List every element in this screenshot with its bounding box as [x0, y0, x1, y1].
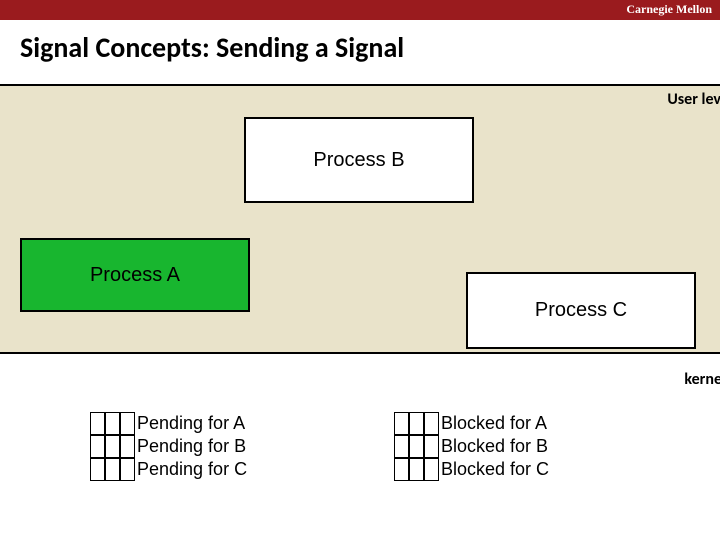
slide-title: Signal Concepts: Sending a Signal [20, 30, 404, 65]
bit-cell [105, 458, 120, 481]
process-c-label: Process C [535, 299, 627, 322]
bit-cell [90, 412, 105, 435]
bit-cell [120, 435, 135, 458]
bit-cell [90, 458, 105, 481]
bit-cell [424, 412, 439, 435]
blocked-labels: Blocked for A Blocked for B Blocked for … [439, 412, 549, 481]
header-bar: Carnegie Mellon [0, 0, 720, 20]
pending-bit-grid [90, 412, 135, 481]
bit-cell [409, 412, 424, 435]
pending-row-label: Pending for B [135, 435, 247, 458]
process-b-label: Process B [313, 149, 404, 172]
bit-cell [90, 435, 105, 458]
bit-cell [120, 412, 135, 435]
slide: Carnegie Mellon Signal Concepts: Sending… [0, 0, 720, 540]
blocked-group: Blocked for A Blocked for B Blocked for … [394, 412, 549, 481]
bit-cell [409, 435, 424, 458]
bit-cell [394, 435, 409, 458]
pending-labels: Pending for A Pending for B Pending for … [135, 412, 247, 481]
bit-cell [120, 458, 135, 481]
pending-row-label: Pending for A [135, 412, 247, 435]
process-a-box: Process A [20, 238, 250, 312]
kernel-label: kerne [684, 370, 720, 389]
bit-cell [105, 412, 120, 435]
bit-cell [105, 435, 120, 458]
bit-cell [409, 458, 424, 481]
process-b-box: Process B [244, 117, 474, 203]
pending-group: Pending for A Pending for B Pending for … [90, 412, 247, 481]
user-level-label: User lev [667, 90, 720, 109]
institution-label: Carnegie Mellon [626, 2, 712, 17]
bit-cell [424, 458, 439, 481]
bit-cell [424, 435, 439, 458]
process-c-box: Process C [466, 272, 696, 349]
bit-cell [394, 458, 409, 481]
blocked-row-label: Blocked for A [439, 412, 549, 435]
bit-cell [394, 412, 409, 435]
process-a-label: Process A [90, 264, 180, 287]
pending-row-label: Pending for C [135, 458, 247, 481]
blocked-row-label: Blocked for B [439, 435, 549, 458]
blocked-bit-grid [394, 412, 439, 481]
blocked-row-label: Blocked for C [439, 458, 549, 481]
